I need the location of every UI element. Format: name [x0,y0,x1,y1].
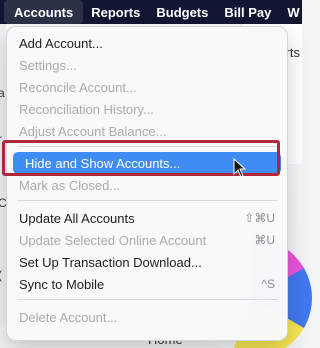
menu-item-update-all-accounts[interactable]: Update All Accounts [19,207,135,229]
menu-next-truncated[interactable]: W [279,0,307,24]
background-left-glyph: ( [0,268,2,282]
menu-item-reconcile-account: Reconcile Account... [19,79,137,95]
menu-item-adjust-account-balance: Adjust Account Balance... [19,123,167,139]
menu-item-add-account[interactable]: Add Account... [19,32,103,54]
menu-item-settings: Settings... [19,57,77,73]
shortcut-update-selected-online-account: ⌘U [254,233,275,247]
mouse-pointer-icon [233,158,247,178]
shortcut-sync-to-mobile: ^S [261,277,275,291]
menu-bill-pay[interactable]: Bill Pay [216,0,279,24]
menu-separator [17,146,277,147]
background-left-glyph: r [0,132,2,146]
accounts-dropdown-menu: Add Account... Settings... Reconcile Acc… [6,26,288,341]
shortcut-update-all-accounts: ⇧⌘U [244,211,275,225]
menu-reports[interactable]: Reports [83,0,148,24]
menu-item-update-selected-online-account: Update Selected Online Account [19,232,207,248]
menu-item-delete-account: Delete Account... [19,309,118,325]
menu-item-reconciliation-history: Reconciliation History... [19,101,154,117]
menu-item-sync-to-mobile[interactable]: Sync to Mobile [19,273,104,295]
menu-accounts[interactable]: Accounts [4,0,84,24]
background-left-glyph: a [0,86,5,100]
menu-budgets[interactable]: Budgets [148,0,216,24]
menu-separator [17,299,277,300]
menu-item-set-up-transaction-download[interactable]: Set Up Transaction Download... [19,251,202,273]
menu-item-mark-as-closed: Mark as Closed... [19,177,121,193]
menu-item-label: Hide and Show Accounts... [25,155,181,171]
menu-separator [17,200,277,201]
menu-bar: Accounts Reports Budgets Bill Pay W [0,0,302,24]
